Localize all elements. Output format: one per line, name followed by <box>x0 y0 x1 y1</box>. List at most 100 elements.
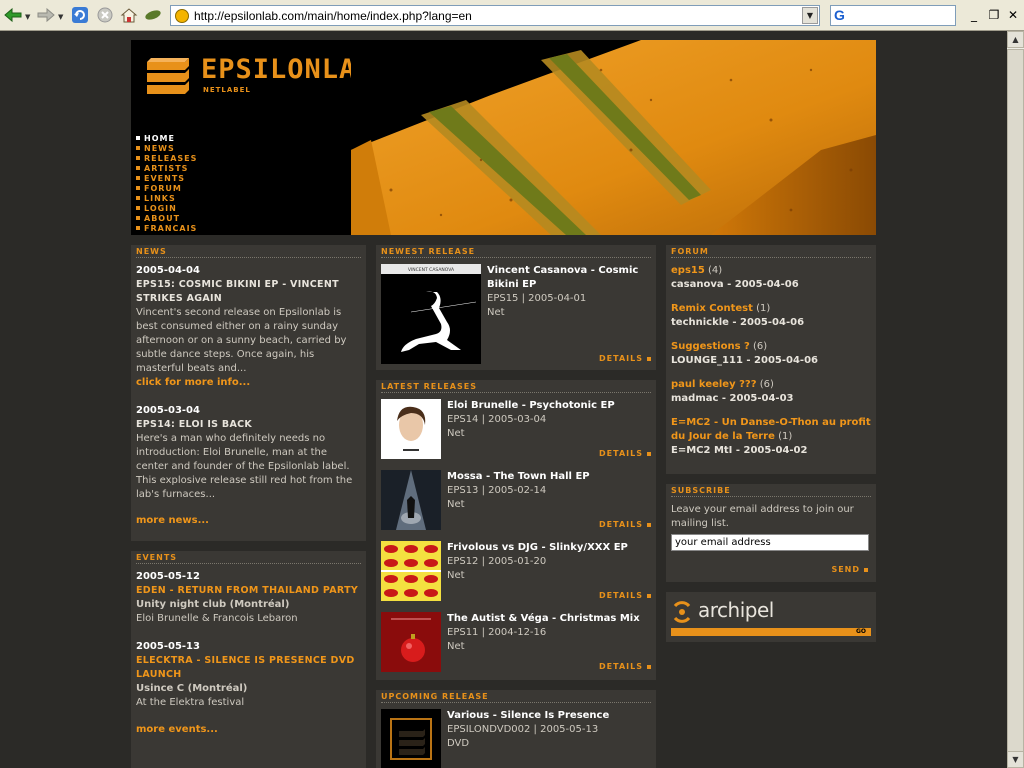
forum-item: eps15 (4) casanova - 2005-04-06 <box>671 264 871 292</box>
more-events-link[interactable]: more events... <box>136 723 361 737</box>
nav-news[interactable]: NEWS <box>136 143 197 153</box>
release-title[interactable]: The Autist & Véga - Christmas Mix <box>447 612 647 626</box>
cover-artist-text: VINCENT CASANOVA <box>408 267 455 273</box>
release-item: Eloi Brunelle - Psychotonic EP EPS14 | 2… <box>381 399 651 470</box>
nav-francais[interactable]: FRANCAIS <box>136 223 197 233</box>
archipel-logo-text: archipel <box>698 598 774 622</box>
subscribe-panel: SUBSCRIBE Leave your email address to jo… <box>666 484 876 582</box>
nav-login[interactable]: LOGIN <box>136 203 197 213</box>
vertical-scrollbar[interactable]: ▲ ▼ <box>1007 31 1024 768</box>
details-button[interactable]: DETAILS <box>599 449 651 458</box>
nav-events[interactable]: EVENTS <box>136 173 197 183</box>
back-icon[interactable] <box>2 5 24 25</box>
address-bar[interactable]: http://epsilonlab.com/main/home/index.ph… <box>170 5 820 26</box>
nav-forum[interactable]: FORUM <box>136 183 197 193</box>
google-search-icon[interactable]: G <box>834 7 845 23</box>
nav-home[interactable]: HOME <box>136 133 197 143</box>
release-item: Mossa - The Town Hall EP EPS13 | 2005-02… <box>381 470 651 541</box>
release-item: The Autist & Véga - Christmas Mix EPS11 … <box>381 612 651 683</box>
address-url[interactable]: http://epsilonlab.com/main/home/index.ph… <box>194 9 472 23</box>
cover-slinky-image[interactable] <box>381 541 441 601</box>
archipel-go-button[interactable]: GO <box>856 628 866 636</box>
forum-topic-link[interactable]: Suggestions ? <box>671 341 750 352</box>
release-item: Various - Silence Is Presence EPSILONDVD… <box>381 709 651 768</box>
cover-cosmic-bikini-image[interactable]: VINCENT CASANOVA <box>381 264 481 364</box>
forum-topic-link[interactable]: paul keeley ??? <box>671 379 757 390</box>
forum-meta: LOUNGE_111 - 2005-04-06 <box>671 355 818 366</box>
release-meta: EPS15 | 2005-04-01 <box>487 293 587 304</box>
forum-reply-count: (1) <box>756 303 771 314</box>
event-date: 2005-05-12 <box>136 571 200 582</box>
news-headline[interactable]: EPS14: ELOI IS BACK <box>136 418 361 432</box>
search-box[interactable]: G <box>830 5 956 26</box>
restore-icon[interactable]: ❐ <box>986 7 1002 23</box>
bookmark-leaf-icon[interactable] <box>143 5 163 25</box>
release-title[interactable]: Frivolous vs DJG - Slinky/XXX EP <box>447 541 647 555</box>
nav-artists[interactable]: ARTISTS <box>136 163 197 173</box>
forum-topic-link[interactable]: E=MC2 - Un Danse-O-Thon au profit du Jou… <box>671 417 871 442</box>
more-news-link[interactable]: more news... <box>136 514 361 528</box>
forum-item: Remix Contest (1) technickle - 2005-04-0… <box>671 302 871 330</box>
details-button[interactable]: DETAILS <box>599 354 651 363</box>
forward-icon[interactable] <box>36 5 56 25</box>
event-venue: Usince C (Montréal) <box>136 683 248 694</box>
nav-releases[interactable]: RELEASES <box>136 153 197 163</box>
archipel-logo-icon <box>673 601 691 623</box>
event-title[interactable]: EDEN - RETURN FROM THAILAND PARTY <box>136 584 361 598</box>
minimize-icon[interactable]: _ <box>966 7 982 23</box>
email-field[interactable]: your email address <box>671 534 869 551</box>
forum-item: paul keeley ??? (6) madmac - 2005-04-03 <box>671 378 871 406</box>
release-title[interactable]: Mossa - The Town Hall EP <box>447 470 647 484</box>
details-button[interactable]: DETAILS <box>599 520 651 529</box>
release-title[interactable]: Various - Silence Is Presence <box>447 709 647 723</box>
cover-town-hall-image[interactable] <box>381 470 441 530</box>
news-panel: NEWS 2005-04-04 EPS15: COSMIC BIKINI EP … <box>131 245 366 541</box>
nav-about[interactable]: ABOUT <box>136 213 197 223</box>
scroll-down-icon[interactable]: ▼ <box>1007 751 1024 768</box>
details-button[interactable]: DETAILS <box>599 662 651 671</box>
release-item: Frivolous vs DJG - Slinky/XXX EP EPS12 |… <box>381 541 651 612</box>
event-desc: Eloi Brunelle & Francois Lebaron <box>136 613 298 624</box>
release-meta: EPS11 | 2004-12-16 <box>447 627 547 638</box>
home-icon[interactable] <box>119 5 139 25</box>
event-title[interactable]: ELECKTRA - SILENCE IS PRESENCE DVD LAUNC… <box>136 654 361 682</box>
address-dropdown-icon[interactable]: ▼ <box>802 7 818 24</box>
close-icon[interactable]: ✕ <box>1005 7 1021 23</box>
news-title: NEWS <box>136 245 361 258</box>
cover-psychotonic-image[interactable] <box>381 399 441 459</box>
event-item: 2005-05-12 EDEN - RETURN FROM THAILAND P… <box>136 570 361 626</box>
send-button[interactable]: SEND <box>831 565 868 574</box>
reload-icon[interactable] <box>70 5 90 25</box>
forum-reply-count: (6) <box>753 341 768 352</box>
archipel-banner[interactable]: archipel GO <box>666 592 876 642</box>
cover-silence-presence-image[interactable] <box>381 709 441 768</box>
news-more-info-link[interactable]: click for more info... <box>136 376 361 390</box>
logo-stack-icon[interactable] <box>145 56 191 96</box>
release-meta: EPS14 | 2005-03-04 <box>447 414 547 425</box>
news-item: 2005-03-04 EPS14: ELOI IS BACK Here's a … <box>136 404 361 502</box>
details-button[interactable]: DETAILS <box>599 591 651 600</box>
scroll-up-icon[interactable]: ▲ <box>1007 31 1024 48</box>
back-dropdown-icon[interactable]: ▼ <box>25 13 30 21</box>
forum-item: E=MC2 - Un Danse-O-Thon au profit du Jou… <box>671 416 871 458</box>
news-headline[interactable]: EPS15: COSMIC BIKINI EP - VINCENT STRIKE… <box>136 278 361 306</box>
logo-text[interactable]: EPSILONLAB <box>201 54 374 85</box>
release-title[interactable]: Eloi Brunelle - Psychotonic EP <box>447 399 647 413</box>
site-header: EPSILONLAB NETLABEL HOME NEWS RELEASES A… <box>131 40 876 235</box>
newest-release-title: NEWEST RELEASE <box>381 245 651 258</box>
forward-dropdown-icon[interactable]: ▼ <box>58 13 63 21</box>
scrollbar-thumb[interactable] <box>1007 49 1024 757</box>
release-format: Net <box>447 641 465 652</box>
release-title[interactable]: Vincent Casanova - Cosmic Bikini EP <box>487 264 647 292</box>
news-item: 2005-04-04 EPS15: COSMIC BIKINI EP - VIN… <box>136 264 361 390</box>
events-title: EVENTS <box>136 551 361 564</box>
release-meta: EPSILONDVD002 | 2005-05-13 <box>447 724 599 735</box>
forum-topic-link[interactable]: eps15 <box>671 265 705 276</box>
cover-christmas-mix-image[interactable] <box>381 612 441 672</box>
stop-icon[interactable] <box>95 5 115 25</box>
forum-topic-link[interactable]: Remix Contest <box>671 303 753 314</box>
nav-links[interactable]: LINKS <box>136 193 197 203</box>
newest-release-panel: NEWEST RELEASE VINCENT CASANOVA Vincent … <box>376 245 656 370</box>
subscribe-text: Leave your email address to join our mai… <box>671 504 854 529</box>
upcoming-release-title: UPCOMING RELEASE <box>381 690 651 703</box>
